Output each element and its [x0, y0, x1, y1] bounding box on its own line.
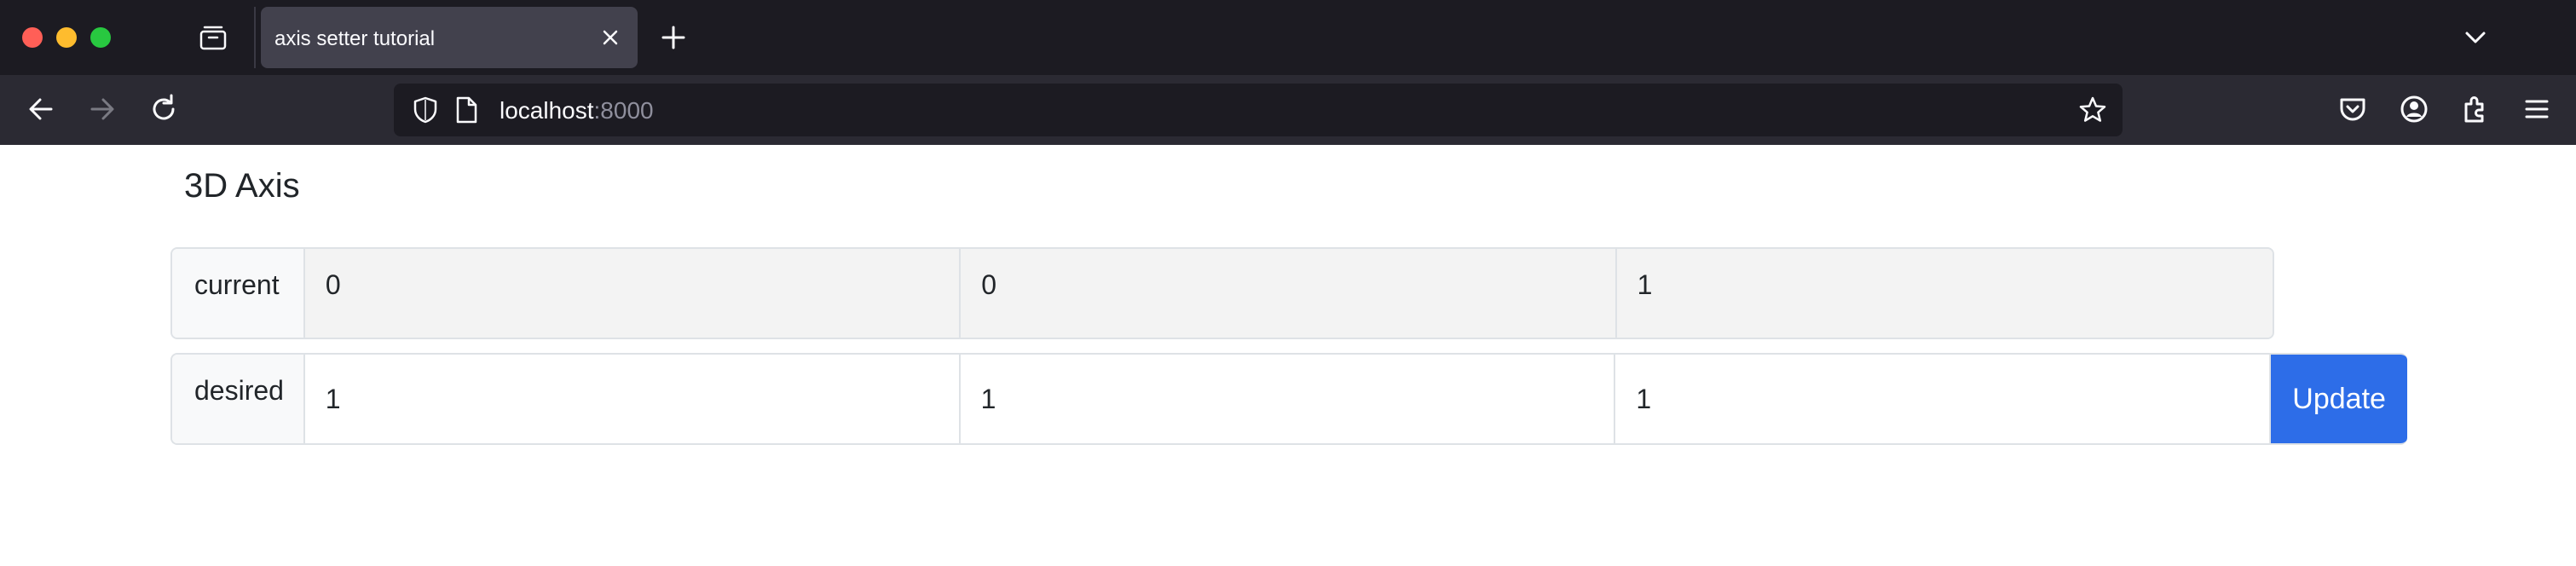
- page-info-icon[interactable]: [453, 95, 479, 124]
- reload-icon[interactable]: [147, 92, 181, 126]
- address-bar[interactable]: localhost:8000: [394, 84, 2123, 136]
- current-z-value: 1: [1616, 249, 2273, 338]
- current-axis-row: current 0 0 1: [170, 247, 2274, 339]
- menu-icon[interactable]: [2520, 92, 2554, 126]
- tab-overview-icon[interactable]: [198, 24, 228, 51]
- current-x-value: 0: [304, 249, 962, 338]
- browser-toolbar: localhost:8000: [0, 75, 2576, 145]
- update-button[interactable]: Update: [2271, 355, 2407, 443]
- desired-label: desired: [172, 355, 305, 443]
- tab-active[interactable]: axis setter tutorial: [261, 7, 638, 68]
- current-label: current: [172, 249, 305, 338]
- new-tab-icon[interactable]: [658, 22, 689, 53]
- shield-icon[interactable]: [411, 95, 440, 124]
- browser-tab-bar: axis setter tutorial: [0, 0, 2576, 75]
- url-port: :8000: [593, 97, 654, 124]
- tab-separator: [254, 7, 256, 68]
- url-text: localhost:8000: [500, 97, 654, 124]
- desired-z-input[interactable]: 1: [1615, 355, 2272, 443]
- desired-y-input[interactable]: 1: [961, 355, 1616, 443]
- forward-arrow-icon[interactable]: [85, 92, 119, 126]
- extensions-icon[interactable]: [2458, 92, 2492, 126]
- page-title: 3D Axis: [184, 167, 300, 205]
- pocket-icon[interactable]: [2336, 92, 2370, 126]
- desired-x-input[interactable]: 1: [305, 355, 961, 443]
- close-tab-icon[interactable]: [598, 26, 622, 49]
- desired-axis-row: desired 1 1 1 Update: [170, 353, 2407, 445]
- back-arrow-icon[interactable]: [24, 92, 58, 126]
- zoom-window-button[interactable]: [90, 27, 111, 48]
- chevron-down-icon[interactable]: [2462, 24, 2489, 51]
- minimize-window-button[interactable]: [56, 27, 77, 48]
- account-icon[interactable]: [2397, 92, 2431, 126]
- tab-title: axis setter tutorial: [274, 27, 436, 50]
- current-y-value: 0: [961, 249, 1617, 338]
- url-host: localhost: [500, 97, 594, 124]
- close-window-button[interactable]: [22, 27, 43, 48]
- bookmark-star-icon[interactable]: [2078, 95, 2107, 124]
